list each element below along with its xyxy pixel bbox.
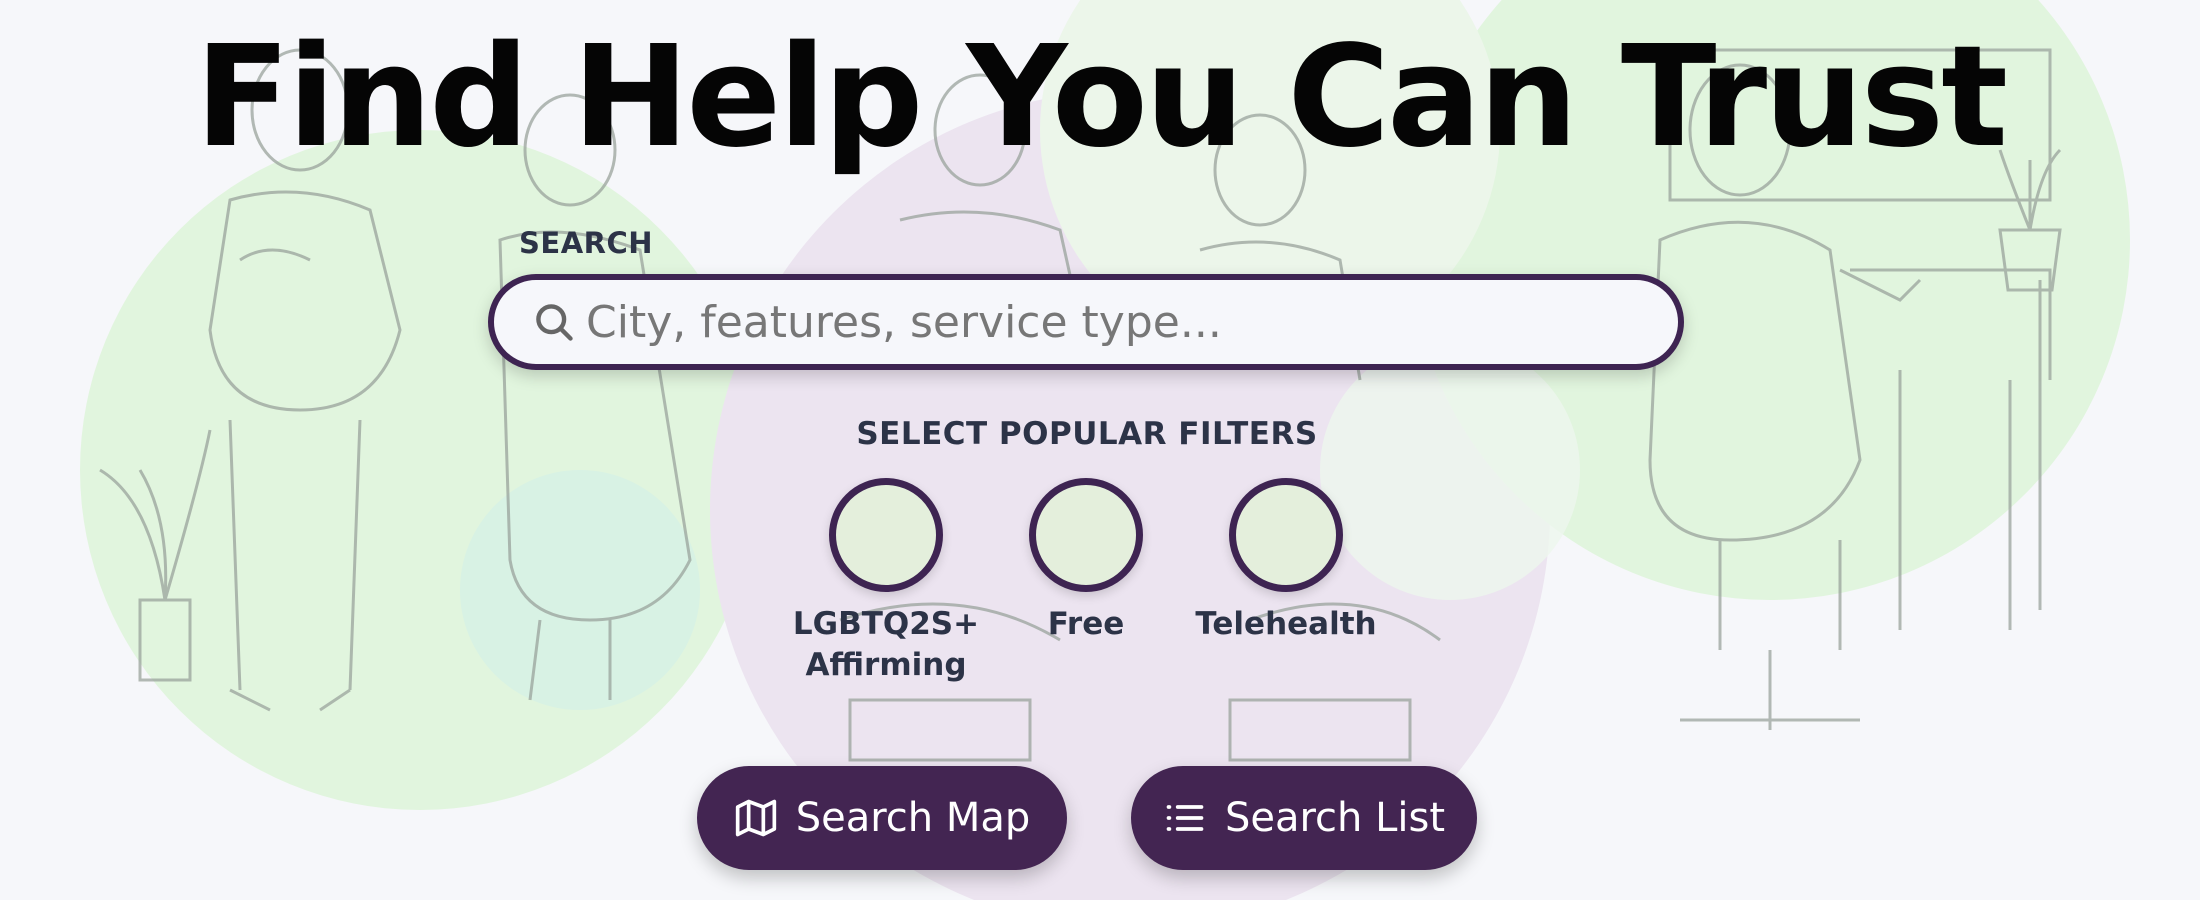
page-title: Find Help You Can Trust: [194, 16, 2008, 179]
filter-toggle-circle[interactable]: [1029, 478, 1143, 592]
map-icon: [735, 799, 776, 837]
filter-label: Telehealth: [1166, 604, 1406, 645]
filter-telehealth[interactable]: Telehealth: [1166, 478, 1406, 645]
search-list-button[interactable]: Search List: [1131, 766, 1477, 870]
filter-toggle-circle[interactable]: [1229, 478, 1343, 592]
filter-label-line: Affirming: [805, 647, 967, 683]
search-list-label: Search List: [1224, 795, 1446, 841]
search-map-button[interactable]: Search Map: [697, 766, 1067, 870]
search-label: SEARCH: [519, 226, 654, 260]
list-icon: [1166, 805, 1204, 831]
filter-label-line: Telehealth: [1195, 606, 1377, 642]
popular-filters-label: SELECT POPULAR FILTERS: [856, 416, 1318, 452]
search-input[interactable]: [584, 295, 1588, 349]
filter-toggle-circle[interactable]: [829, 478, 943, 592]
search-map-label: Search Map: [795, 795, 1031, 841]
search-bar[interactable]: [488, 274, 1684, 370]
search-icon: [536, 304, 573, 341]
